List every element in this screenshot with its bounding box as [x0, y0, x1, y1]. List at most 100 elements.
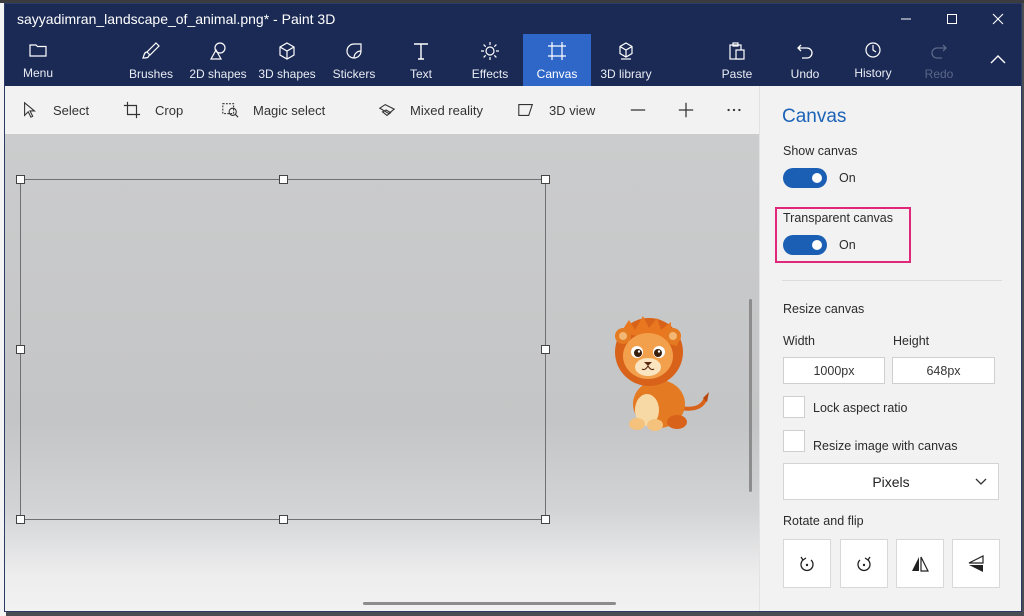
flip-vertical-button[interactable] [952, 539, 1000, 588]
history-button[interactable]: History [851, 34, 895, 86]
tab-effects-label: Effects [471, 67, 509, 81]
flip-horizontal-icon [912, 556, 929, 572]
more-options-button[interactable] [725, 86, 743, 134]
magic-select-tool[interactable]: Magic select [221, 86, 325, 134]
canvas-boundary[interactable] [20, 179, 546, 520]
mixed-reality-tool[interactable]: Mixed reality [378, 86, 483, 134]
crop-icon [123, 101, 141, 119]
maximize-icon [947, 14, 957, 24]
transparent-canvas-label: Transparent canvas [783, 211, 894, 225]
cursor-icon [24, 101, 37, 118]
tab-text[interactable]: Text [401, 34, 441, 86]
canvas-workspace[interactable] [5, 134, 759, 611]
rotate-right-icon [857, 556, 871, 571]
tab-2d-shapes[interactable]: 2D shapes [187, 34, 249, 86]
tab-stickers[interactable]: Stickers [327, 34, 381, 86]
show-canvas-label: Show canvas [783, 144, 858, 158]
tab-text-label: Text [409, 67, 432, 81]
brush-icon [142, 42, 160, 59]
3d-view-label: 3D view [549, 102, 596, 118]
flip-vertical-icon [968, 554, 984, 572]
undo-button[interactable]: Undo [785, 34, 825, 86]
vertical-scrollbar[interactable] [749, 299, 752, 492]
rotate-right-button[interactable] [840, 539, 888, 588]
more-icon [727, 108, 741, 112]
sticker-icon [346, 43, 362, 59]
tab-canvas-label: Canvas [536, 67, 578, 81]
crop-label: Crop [155, 102, 184, 118]
crop-tool[interactable]: Crop [123, 86, 183, 134]
undo-icon [797, 44, 813, 59]
redo-icon [931, 44, 947, 59]
effects-icon [481, 42, 499, 60]
tab-3d-shapes-label: 3D shapes [258, 67, 316, 81]
resize-handle-bottom-left[interactable] [16, 515, 25, 524]
title-bar: sayyadimran_landscape_of_animal.png* - P… [5, 4, 1021, 34]
menu-label: Menu [22, 66, 54, 80]
paste-button[interactable]: Paste [717, 34, 757, 86]
tab-effects[interactable]: Effects [467, 34, 513, 86]
show-canvas-state: On [839, 171, 856, 185]
minimize-button[interactable] [883, 4, 929, 34]
lock-aspect-checkbox[interactable] [783, 396, 805, 418]
lion-cub-sticker[interactable] [601, 312, 711, 434]
paste-icon [729, 42, 745, 60]
close-button[interactable] [975, 4, 1021, 34]
ribbon: Menu Brushes 2D shapes 3D shapes Sticker… [5, 34, 1021, 86]
width-label: Width [783, 334, 815, 348]
zoom-out-button[interactable] [629, 86, 647, 134]
rotate-left-button[interactable] [783, 539, 831, 588]
maximize-button[interactable] [929, 4, 975, 34]
units-dropdown-value: Pixels [872, 473, 910, 490]
tab-2d-shapes-label: 2D shapes [189, 67, 247, 81]
resize-image-checkbox[interactable] [783, 430, 805, 452]
tab-brushes[interactable]: Brushes [123, 34, 179, 86]
resize-handle-right[interactable] [541, 345, 550, 354]
height-label: Height [893, 334, 930, 348]
mixed-reality-icon [378, 103, 396, 117]
paint3d-window: sayyadimran_landscape_of_animal.png* - P… [4, 3, 1022, 612]
cube-icon [279, 42, 295, 60]
panel-title: Canvas [782, 106, 847, 127]
menu-icon [29, 44, 47, 57]
canvas-icon [548, 42, 566, 60]
lock-aspect-label: Lock aspect ratio [813, 401, 908, 415]
units-dropdown[interactable]: Pixels [783, 463, 999, 500]
minimize-icon [901, 18, 911, 20]
undo-label: Undo [790, 67, 820, 81]
3d-view-tool[interactable]: 3D view [517, 86, 595, 134]
collapse-ribbon-button[interactable] [983, 34, 1013, 86]
width-field[interactable]: 1000px [783, 357, 885, 384]
tab-brushes-label: Brushes [128, 67, 174, 81]
menu-button[interactable]: Menu [13, 34, 63, 86]
resize-handle-bottom-right[interactable] [541, 515, 550, 524]
close-icon [992, 13, 1004, 25]
transparent-canvas-state: On [839, 238, 856, 252]
transparent-canvas-toggle[interactable] [783, 235, 827, 255]
resize-image-label: Resize image with canvas [813, 439, 958, 453]
tab-3d-library[interactable]: 3D library [597, 34, 655, 86]
resize-handle-bottom[interactable] [279, 515, 288, 524]
history-label: History [854, 66, 892, 80]
show-canvas-toggle[interactable] [783, 168, 827, 188]
resize-handle-top-right[interactable] [541, 175, 550, 184]
panel-divider [782, 280, 1002, 281]
chevron-down-icon [975, 478, 987, 485]
flip-horizontal-button[interactable] [896, 539, 944, 588]
tab-3d-shapes[interactable]: 3D shapes [255, 34, 319, 86]
3d-view-icon [518, 104, 534, 116]
collapse-icon [990, 55, 1006, 64]
mixed-reality-label: Mixed reality [410, 102, 483, 118]
horizontal-scrollbar[interactable] [363, 602, 616, 605]
tab-canvas[interactable]: Canvas [523, 34, 591, 86]
resize-handle-left[interactable] [16, 345, 25, 354]
rotate-left-icon [800, 556, 814, 571]
zoom-in-button[interactable] [677, 86, 695, 134]
select-tool[interactable]: Select [21, 86, 89, 134]
resize-handle-top[interactable] [279, 175, 288, 184]
plus-icon [678, 102, 694, 118]
redo-button[interactable]: Redo [921, 34, 957, 86]
height-field[interactable]: 648px [892, 357, 995, 384]
minus-icon [630, 109, 646, 111]
resize-handle-top-left[interactable] [16, 175, 25, 184]
